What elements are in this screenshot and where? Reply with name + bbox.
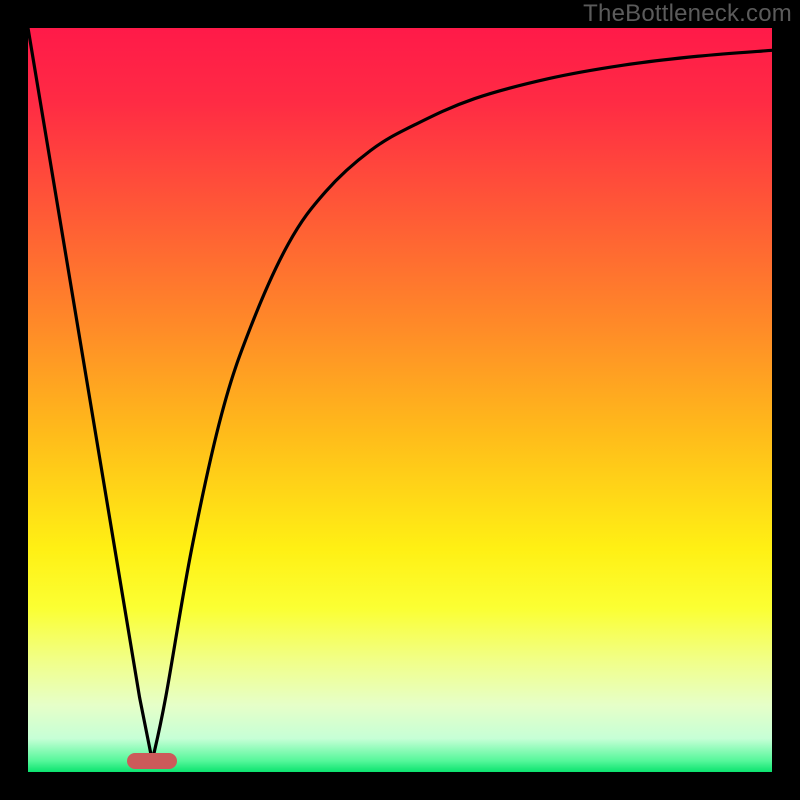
plot-area [28,28,772,772]
bottleneck-curve [28,28,772,772]
optimum-marker [127,753,177,769]
chart-frame: TheBottleneck.com [0,0,800,800]
watermark-text: TheBottleneck.com [583,0,792,28]
